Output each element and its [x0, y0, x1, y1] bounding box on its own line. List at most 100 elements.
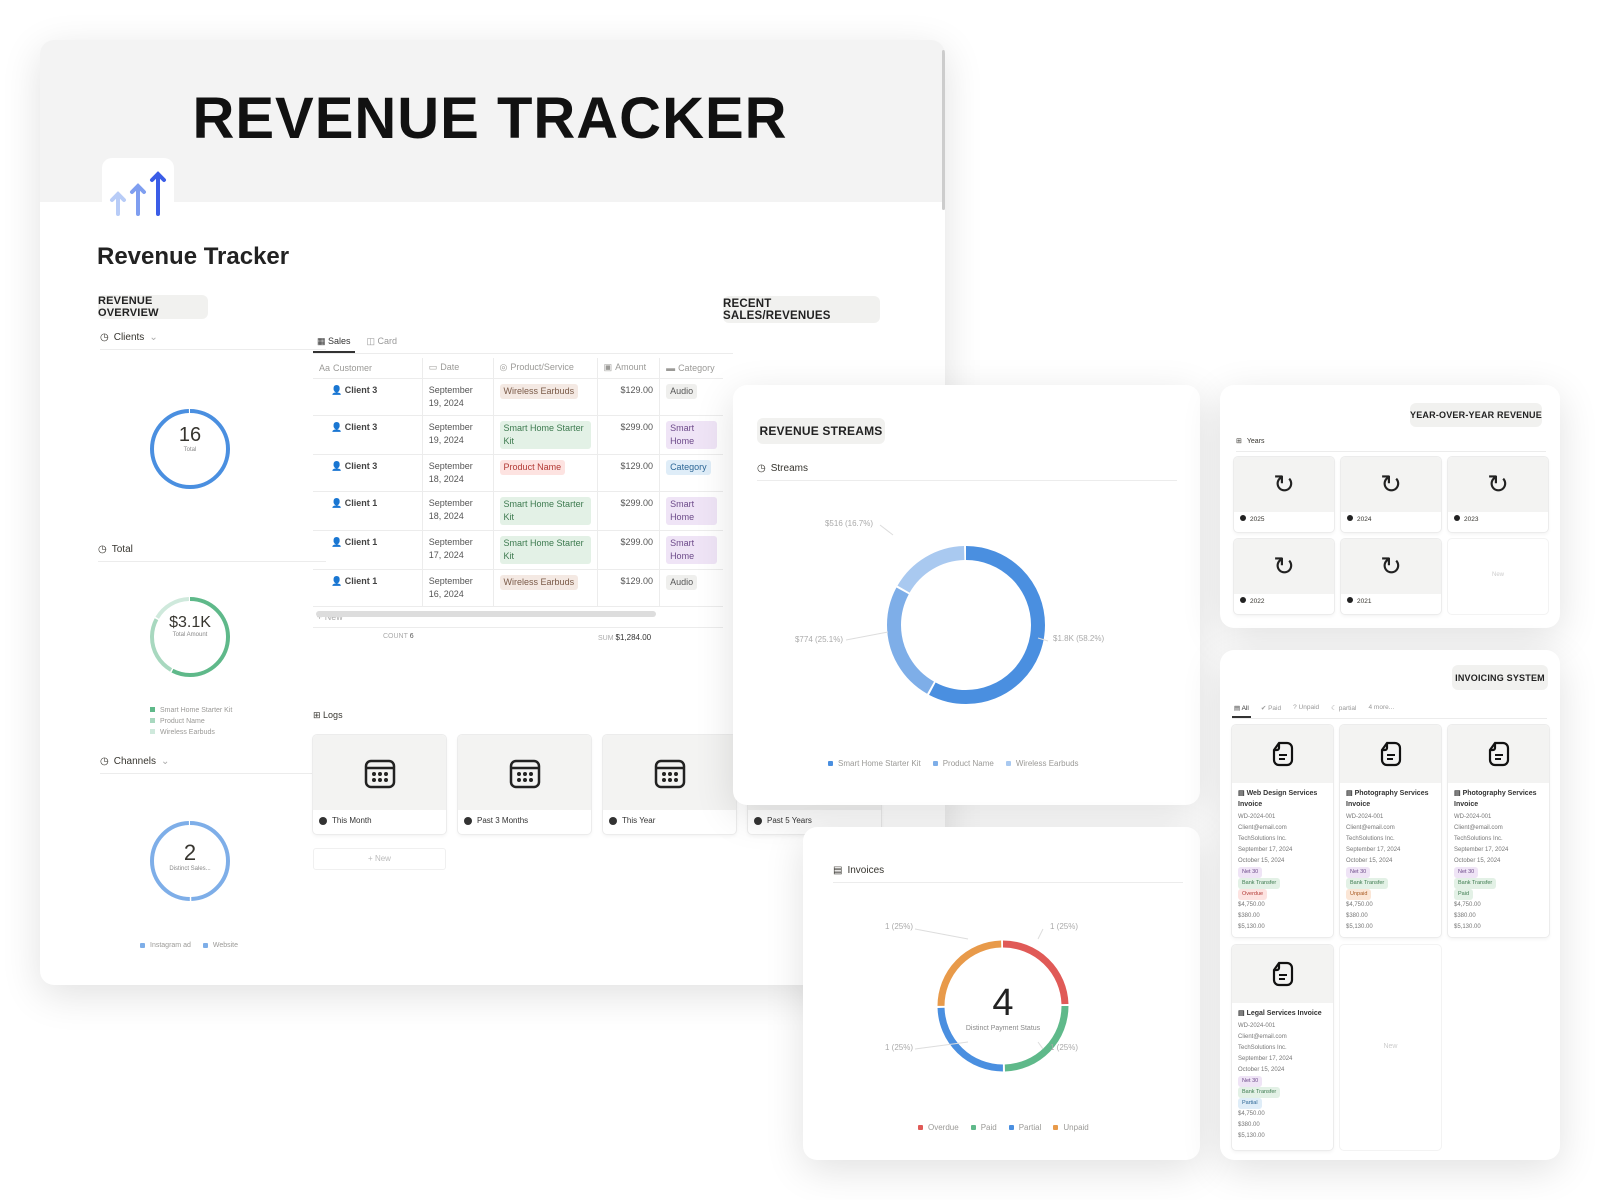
invoice-status-pill: Partial	[1238, 1098, 1262, 1109]
refresh-icon: ↻	[1487, 469, 1509, 499]
horizontal-scrollbar[interactable]	[316, 611, 656, 617]
person-icon: 👤	[331, 384, 345, 395]
clients-chart-header[interactable]: ◷ Clients ⌄	[100, 332, 326, 350]
category-pill: Smart Home	[666, 420, 718, 449]
legend-item[interactable]: Paid	[970, 1123, 997, 1132]
column-header[interactable]: ▣ Amount	[597, 358, 661, 379]
filter-tab[interactable]: ✔ Paid	[1259, 704, 1283, 718]
revenue-streams-panel: REVENUE STREAMS ◷ Streams $1.8K (58.2%) $7…	[733, 385, 1200, 805]
new-log-button[interactable]: + New	[313, 848, 446, 870]
invoice-method-pill: Bank Transfer	[1238, 878, 1281, 889]
column-header[interactable]: ▭ Date	[422, 358, 494, 379]
person-icon: 👤	[331, 497, 345, 508]
leader-line	[1037, 928, 1044, 940]
invoice-status-pill: Overdue	[1238, 889, 1268, 900]
tab-sales[interactable]: ▦ Sales	[313, 336, 355, 353]
chevron-down-icon: ⌄	[161, 756, 170, 767]
invoice-total: $5,130.00	[1346, 924, 1373, 930]
date-cell: September 18, 2024	[428, 497, 473, 521]
table-row[interactable]: 👤 Client 1 September 17, 2024 Smart Home S…	[313, 530, 723, 570]
clients-value: 16	[178, 424, 202, 446]
date-cell: September 19, 2024	[428, 421, 473, 445]
log-card[interactable]: This Month	[313, 735, 446, 834]
invoice-subtotal: $4,750.00	[1238, 1111, 1265, 1117]
customer-cell: Client 3	[344, 384, 378, 395]
leader-line	[1037, 1041, 1044, 1050]
invoice-method-pill: Bank Transfer	[1346, 878, 1389, 889]
invoice-total: $5,130.00	[1454, 924, 1481, 930]
customer-cell: Client 1	[344, 497, 378, 508]
legend-item[interactable]: Overdue	[918, 1123, 959, 1132]
legend-item[interactable]: Product Name	[932, 759, 994, 768]
customer-cell: Client 3	[344, 421, 378, 432]
legend-item[interactable]: Partial	[1008, 1123, 1041, 1132]
log-card[interactable]: This Year	[603, 735, 736, 834]
customer-cell: Client 1	[344, 575, 378, 586]
year-card[interactable]: ↻ 2024	[1341, 457, 1441, 532]
sum-summary: SUM $1,284.00	[598, 632, 652, 642]
leader-line	[845, 631, 889, 641]
document-icon	[1272, 961, 1293, 987]
legend-item: Wireless Earbuds	[150, 727, 232, 738]
column-header[interactable]: Aa Customer	[313, 358, 423, 379]
product-pill: Wireless Earbuds	[499, 383, 579, 399]
invoice-id: WD-2024-001	[1454, 814, 1492, 820]
total-chart-header[interactable]: ◷ Total	[98, 544, 326, 562]
calendar-icon	[509, 759, 540, 788]
invoice-email: Client@email.com	[1454, 825, 1503, 831]
invoice-due: October 15, 2024	[1454, 858, 1501, 864]
table-row[interactable]: 👤 Client 3 September 19, 2024 Wireless Ear…	[313, 378, 723, 416]
filter-tab[interactable]: ▤ All	[1232, 704, 1251, 718]
legend-item[interactable]: Wireless Earbuds	[1005, 759, 1079, 768]
filter-tab[interactable]: ? Unpaid	[1291, 704, 1321, 718]
filter-tab[interactable]: ☾ partial	[1329, 704, 1358, 718]
invoice-status-pill: Paid	[1454, 889, 1474, 900]
invoice-status-pill: Unpaid	[1346, 889, 1372, 900]
invoice-card[interactable]: ▤ Legal Services Invoice WD-2024-001 Clien…	[1232, 945, 1333, 1150]
vertical-scrollbar[interactable]	[942, 50, 945, 210]
legend-item[interactable]: Smart Home Starter Kit	[828, 759, 921, 768]
invoices-header[interactable]: ▤ Invoices	[833, 865, 1183, 883]
leader-line	[879, 524, 894, 536]
invoice-card[interactable]: ▤ Web Design Services Invoice WD-2024-001…	[1232, 725, 1333, 937]
date-cell: September 16, 2024	[428, 575, 473, 599]
filter-tab[interactable]: 4 more...	[1367, 704, 1397, 718]
legend-item[interactable]: Unpaid	[1053, 1123, 1089, 1132]
log-card[interactable]: Past 3 Months	[458, 735, 591, 834]
logs-header[interactable]: ⊞ Logs	[313, 710, 343, 721]
invoice-terms-pill: Net 30	[1238, 867, 1263, 878]
table-row[interactable]: 👤 Client 3 September 19, 2024 Smart Home S…	[313, 415, 723, 455]
years-view-tab[interactable]: ⊞ Years	[1236, 437, 1546, 452]
column-header[interactable]: ▬ Category	[659, 358, 723, 379]
tab-card[interactable]: ◫ Card	[363, 336, 402, 353]
data-label: $1.8K (58.2%)	[1053, 634, 1104, 643]
legend-item: Instagram ad	[140, 942, 191, 949]
invoice-card[interactable]: ▤ Photography Services Invoice WD-2024-00…	[1448, 725, 1549, 937]
category-pill: Smart Home	[666, 496, 718, 525]
chevron-down-icon: ⌄	[149, 332, 158, 343]
product-pill: Smart Home Starter Kit	[499, 420, 591, 449]
column-header[interactable]: ◎ Product/Service	[493, 358, 598, 379]
new-invoice-button[interactable]: New	[1340, 945, 1441, 1150]
year-card[interactable]: ↻ 2025	[1234, 457, 1334, 532]
year-card[interactable]: ↻ 2021	[1341, 539, 1441, 614]
person-icon: 👤	[331, 575, 345, 586]
new-year-button[interactable]: New	[1448, 539, 1548, 614]
invoicing-tag: INVOICING SYSTEM	[1452, 665, 1548, 690]
invoice-company: TechSolutions Inc.	[1238, 836, 1287, 842]
invoices-panel: ▤ Invoices 1 (25%) 1 (25%) 1 (25%) 1 (25%) 4…	[803, 827, 1200, 1160]
invoice-method-pill: Bank Transfer	[1238, 1087, 1281, 1098]
year-card[interactable]: ↻ 2022	[1234, 539, 1334, 614]
table-row[interactable]: 👤 Client 1 September 18, 2024 Smart Home S…	[313, 491, 723, 531]
invoice-card[interactable]: ▤ Photography Services Invoice WD-2024-00…	[1340, 725, 1441, 937]
sales-table: Aa Customer ▭ Date ◎ Product/Service ▣ Amount ▬ C…	[313, 358, 723, 607]
year-card[interactable]: ↻ 2023	[1448, 457, 1548, 532]
table-row[interactable]: 👤 Client 1 September 16, 2024 Wireless Ear…	[313, 569, 723, 607]
streams-header[interactable]: ◷ Streams	[757, 463, 1177, 481]
document-icon	[1272, 741, 1293, 767]
total-legend: Smart Home Starter Kit Product Name Wirele…	[150, 705, 232, 738]
table-row[interactable]: 👤 Client 3 September 18, 2024 Product Name…	[313, 454, 723, 492]
new-row-button[interactable]: + New	[313, 607, 723, 628]
channels-chart-header[interactable]: ◷ Channels ⌄	[100, 756, 326, 774]
invoice-due: October 15, 2024	[1346, 858, 1393, 864]
